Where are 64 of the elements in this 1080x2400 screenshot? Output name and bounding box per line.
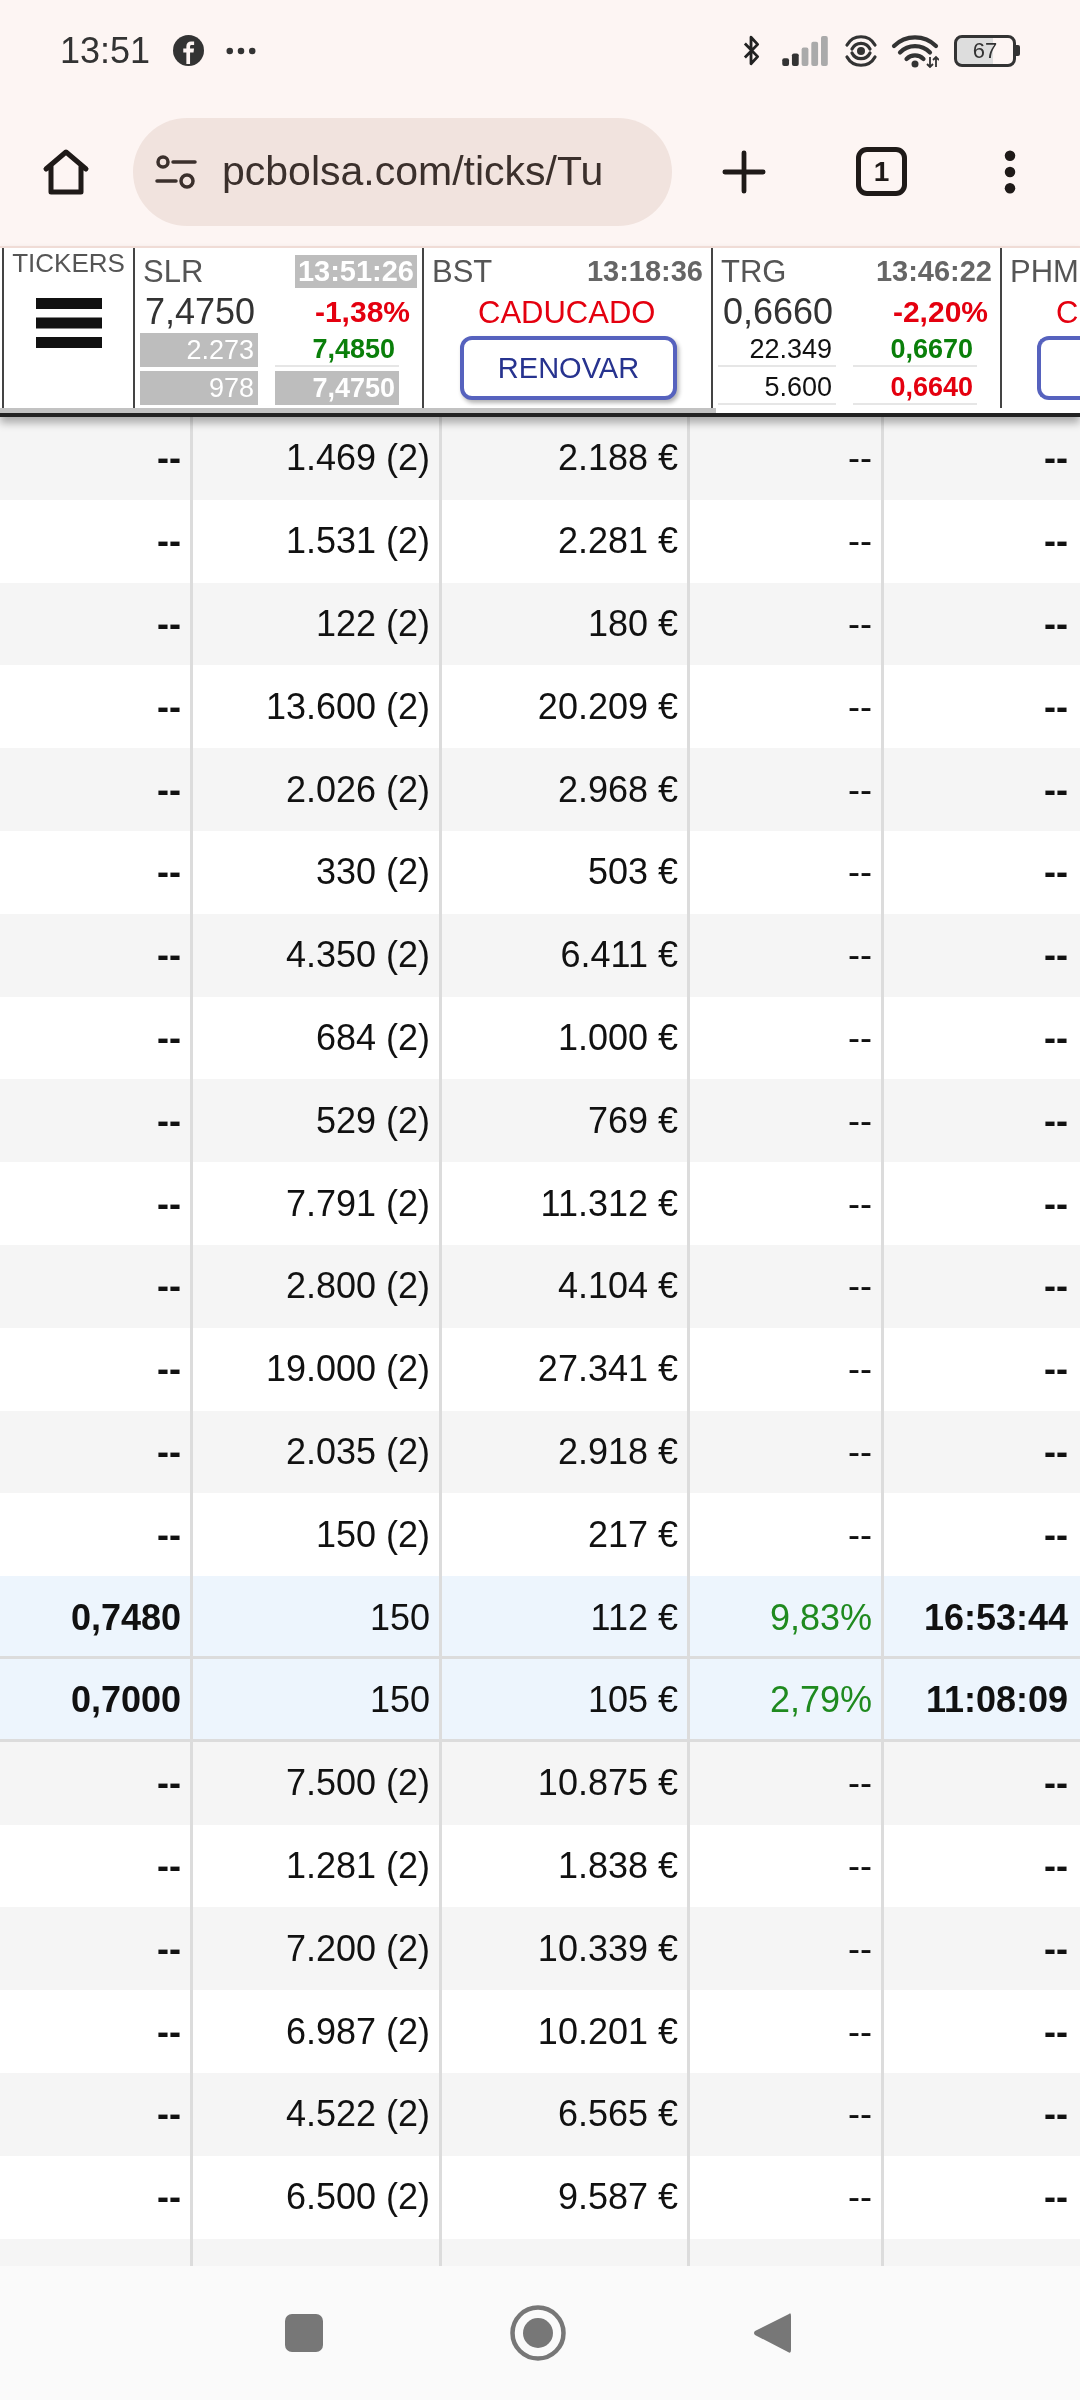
wireless-icon <box>844 33 878 68</box>
ticker-symbol[interactable]: TRG <box>721 255 787 287</box>
ticker-symbol[interactable]: SLR <box>143 255 204 287</box>
table-cell-text: -- <box>1043 767 1069 812</box>
table-cell-text: -- <box>1043 1512 1069 1557</box>
signal-bars-icon <box>782 35 829 66</box>
ticker-symbol[interactable]: PHM <box>1010 255 1079 287</box>
url-text[interactable]: pcbolsa.com/ticks/Tu <box>222 148 604 195</box>
table-cell-text: -- <box>1043 1761 1069 1806</box>
table-cell-text: -- <box>1043 1181 1069 1226</box>
table-cell-text: -- <box>1043 684 1069 729</box>
circle-f-icon <box>173 35 205 66</box>
scrollbar-thumb[interactable] <box>0 408 716 413</box>
table-cell-text: -- <box>1043 519 1069 564</box>
table-cell-text: -- <box>1043 2175 1069 2220</box>
renew-button[interactable] <box>1037 336 1080 400</box>
wifi-icon <box>891 33 939 68</box>
last-price: 0,6660 <box>723 294 834 330</box>
circle-icon[interactable] <box>510 2305 566 2361</box>
table-cell-text: -- <box>1043 2009 1069 2054</box>
square-icon[interactable] <box>284 2313 324 2353</box>
bluetooth-icon <box>743 34 760 67</box>
table-cell-text: -- <box>1043 2092 1069 2137</box>
ticker-symbol[interactable]: BST <box>432 255 493 287</box>
table-cell-text: -- <box>1043 602 1069 646</box>
table-cell-text: 11:08:09 <box>924 1678 1069 1723</box>
renew-button[interactable]: RENOVAR <box>460 336 677 400</box>
bid-price: 7,4850 <box>275 333 399 367</box>
dots-icon <box>226 46 257 55</box>
price-change: -2,20% <box>892 297 988 327</box>
table-cell-text: -- <box>1043 1843 1069 1888</box>
menu-icon[interactable] <box>1003 149 1017 194</box>
tab-switcher-button[interactable]: 1 <box>856 147 907 196</box>
update-time: 13:51:26 <box>294 254 417 288</box>
ask-volume: 5.600 <box>718 371 836 405</box>
table-cell-text: -- <box>1043 850 1069 895</box>
ask-price: 7,4750 <box>275 371 399 405</box>
expired-status: CADUCADO <box>477 293 657 332</box>
status-time: 13:51 <box>60 32 151 69</box>
bid-price: 0,6670 <box>853 333 977 367</box>
table-cell-text: -- <box>1043 1429 1069 1474</box>
bid-volume: 2.273 <box>140 333 258 367</box>
battery-indicator: 67 <box>954 34 1020 67</box>
table-cell-text: -- <box>1043 933 1069 978</box>
table-cell-text: -- <box>1043 1264 1069 1309</box>
ask-volume: 978 <box>140 371 258 405</box>
table-cell-text: 16:53:44 <box>922 1595 1069 1640</box>
table-cell-text: -- <box>1043 1015 1069 1060</box>
last-price: 7,4750 <box>145 294 256 330</box>
menu-icon[interactable] <box>35 298 102 348</box>
table-cell-text: -- <box>1043 436 1069 481</box>
ask-price: 0,6640 <box>853 371 977 405</box>
sliders-icon[interactable] <box>155 153 197 190</box>
bid-volume: 22.349 <box>718 333 836 367</box>
update-time: 13:46:22 <box>874 254 993 288</box>
menu-label: TICKERS <box>12 250 125 276</box>
price-change: -1,38% <box>314 297 410 327</box>
plus-icon[interactable] <box>722 149 766 194</box>
table-cell-text: -- <box>1043 1926 1069 1971</box>
expired-status: C <box>1055 293 1080 332</box>
address-bar[interactable]: pcbolsa.com/ticks/Tu <box>133 117 672 226</box>
update-time: 13:18:36 <box>585 254 704 288</box>
table-cell-text: -- <box>1043 1098 1069 1143</box>
table-cell-text: -- <box>1043 1347 1069 1392</box>
